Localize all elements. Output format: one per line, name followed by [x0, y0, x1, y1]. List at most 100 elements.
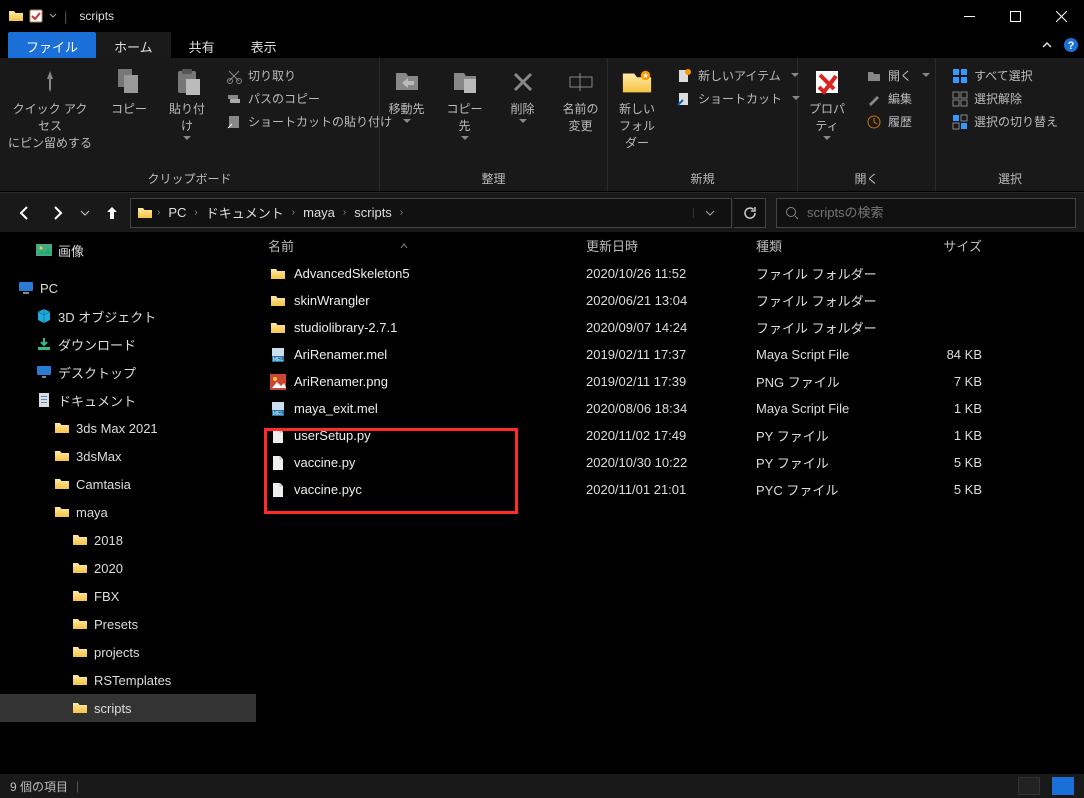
folder-icon	[137, 205, 153, 221]
sidebar-item-downloads[interactable]: ダウンロード	[0, 330, 256, 358]
navigation-pane[interactable]: 画像 PC 3D オブジェクト ダウンロード デスクトップ ドキュメント 3ds…	[0, 232, 256, 774]
sidebar-item-desktop[interactable]: デスクトップ	[0, 358, 256, 386]
chevron-right-icon[interactable]: ›	[194, 207, 197, 218]
file-row[interactable]: MELAriRenamer.mel2019/02/11 17:37Maya Sc…	[256, 341, 1084, 368]
file-row[interactable]: AdvancedSkeleton52020/10/26 11:52ファイル フォ…	[256, 260, 1084, 287]
svg-text:MEL: MEL	[273, 411, 284, 417]
open-button[interactable]: 開く	[856, 64, 940, 87]
crumb-pc[interactable]: PC	[164, 205, 190, 220]
file-row[interactable]: vaccine.pyc2020/11/01 21:01PYC ファイル5 KB	[256, 476, 1084, 503]
file-row[interactable]: skinWrangler2020/06/21 13:04ファイル フォルダー	[256, 287, 1084, 314]
maximize-button[interactable]	[992, 0, 1038, 32]
copy-path-button[interactable]: パスのコピー	[216, 87, 402, 110]
crumb-scripts[interactable]: scripts	[350, 205, 396, 220]
chevron-right-icon[interactable]: ›	[157, 207, 160, 218]
sidebar-item-camtasia[interactable]: Camtasia	[0, 470, 256, 498]
folder-icon	[8, 8, 24, 24]
close-button[interactable]	[1038, 0, 1084, 32]
file-name: vaccine.pyc	[294, 482, 362, 497]
file-type: PY ファイル	[756, 453, 906, 472]
edit-button[interactable]: 編集	[856, 87, 940, 110]
large-icons-view-button[interactable]	[1052, 777, 1074, 795]
copy-button[interactable]: コピー	[100, 62, 158, 117]
file-date: 2020/10/30 10:22	[586, 455, 756, 470]
sidebar-item-rstemplates[interactable]: RSTemplates	[0, 666, 256, 694]
svg-text:★: ★	[642, 71, 649, 80]
column-name[interactable]: 名前	[256, 236, 586, 255]
column-date[interactable]: 更新日時	[586, 236, 756, 255]
collapse-ribbon-button[interactable]	[1036, 32, 1058, 58]
dropdown-icon[interactable]	[48, 8, 58, 24]
tab-file[interactable]: ファイル	[8, 32, 96, 58]
crumb-maya[interactable]: maya	[299, 205, 339, 220]
forward-button[interactable]	[42, 197, 74, 229]
tab-home[interactable]: ホーム	[96, 32, 171, 58]
file-name: skinWrangler	[294, 293, 370, 308]
address-dropdown-button[interactable]	[693, 208, 725, 218]
help-button[interactable]: ?	[1058, 32, 1084, 58]
invert-selection-button[interactable]: 選択の切り替え	[942, 110, 1068, 133]
sidebar-item-2018[interactable]: 2018	[0, 526, 256, 554]
sidebar-item-3dsmax[interactable]: 3dsMax	[0, 442, 256, 470]
column-size[interactable]: サイズ	[906, 236, 992, 255]
select-all-button[interactable]: すべて選択	[942, 64, 1068, 87]
minimize-button[interactable]	[946, 0, 992, 32]
chevron-right-icon[interactable]: ›	[400, 207, 403, 218]
paste-shortcut-button[interactable]: ショートカットの貼り付け	[216, 110, 402, 133]
sidebar-item-pictures[interactable]: 画像	[0, 236, 256, 264]
sidebar-item-maya[interactable]: maya	[0, 498, 256, 526]
sidebar-item-projects[interactable]: projects	[0, 638, 256, 666]
sidebar-item-documents[interactable]: ドキュメント	[0, 386, 256, 414]
download-icon	[36, 336, 52, 352]
properties-button[interactable]: プロパティ	[798, 62, 856, 141]
cut-button[interactable]: 切り取り	[216, 64, 402, 87]
file-row[interactable]: userSetup.py2020/11/02 17:49PY ファイル1 KB	[256, 422, 1084, 449]
sidebar-item-2020[interactable]: 2020	[0, 554, 256, 582]
crumb-documents[interactable]: ドキュメント	[202, 203, 288, 222]
history-button[interactable]: 履歴	[856, 110, 940, 133]
folder-icon	[54, 504, 70, 520]
file-row[interactable]: vaccine.py2020/10/30 10:22PY ファイル5 KB	[256, 449, 1084, 476]
folder-icon	[54, 420, 70, 436]
new-shortcut-button[interactable]: ショートカット	[666, 87, 810, 110]
file-row[interactable]: AriRenamer.png2019/02/11 17:39PNG ファイル7 …	[256, 368, 1084, 395]
column-type[interactable]: 種類	[756, 236, 906, 255]
delete-button[interactable]: 削除	[494, 62, 552, 124]
file-icon: MEL	[270, 347, 286, 363]
back-button[interactable]	[8, 197, 40, 229]
rename-button[interactable]: 名前の 変更	[552, 62, 610, 134]
sidebar-item-pc[interactable]: PC	[0, 274, 256, 302]
paste-button[interactable]: 貼り付け	[158, 62, 216, 141]
search-input[interactable]	[807, 205, 1067, 220]
sidebar-item-scripts[interactable]: scripts	[0, 694, 256, 722]
copy-to-button[interactable]: コピー先	[436, 62, 494, 141]
refresh-button[interactable]	[734, 198, 766, 228]
file-name: AriRenamer.png	[294, 374, 388, 389]
new-folder-button[interactable]: ★新しい フォルダー	[608, 62, 666, 151]
file-name: vaccine.py	[294, 455, 355, 470]
move-to-button[interactable]: 移動先	[378, 62, 436, 124]
sidebar-item-presets[interactable]: Presets	[0, 610, 256, 638]
address-bar[interactable]: › PC › ドキュメント › maya › scripts ›	[130, 198, 732, 228]
folder-icon	[72, 644, 88, 660]
pin-quick-access-button[interactable]: クイック アクセス にピン留めする	[0, 62, 100, 151]
sidebar-item-3dsmax2021[interactable]: 3ds Max 2021	[0, 414, 256, 442]
recent-locations-button[interactable]	[76, 197, 94, 229]
search-box[interactable]	[776, 198, 1076, 228]
new-item-button[interactable]: 新しいアイテム	[666, 64, 810, 87]
select-none-button[interactable]: 選択解除	[942, 87, 1068, 110]
chevron-right-icon[interactable]: ›	[292, 207, 295, 218]
desktop-icon	[36, 364, 52, 380]
file-list: AdvancedSkeleton52020/10/26 11:52ファイル フォ…	[256, 260, 1084, 503]
details-view-button[interactable]	[1018, 777, 1040, 795]
up-button[interactable]	[96, 197, 128, 229]
tab-view[interactable]: 表示	[233, 32, 295, 58]
sidebar-item-3d-objects[interactable]: 3D オブジェクト	[0, 302, 256, 330]
tab-share[interactable]: 共有	[171, 32, 233, 58]
file-row[interactable]: MELmaya_exit.mel2020/08/06 18:34Maya Scr…	[256, 395, 1084, 422]
quick-access-menu-icon[interactable]	[28, 8, 44, 24]
chevron-right-icon[interactable]: ›	[343, 207, 346, 218]
file-list-pane[interactable]: 名前 更新日時 種類 サイズ AdvancedSkeleton52020/10/…	[256, 232, 1084, 774]
sidebar-item-fbx[interactable]: FBX	[0, 582, 256, 610]
file-row[interactable]: studiolibrary-2.7.12020/09/07 14:24ファイル …	[256, 314, 1084, 341]
